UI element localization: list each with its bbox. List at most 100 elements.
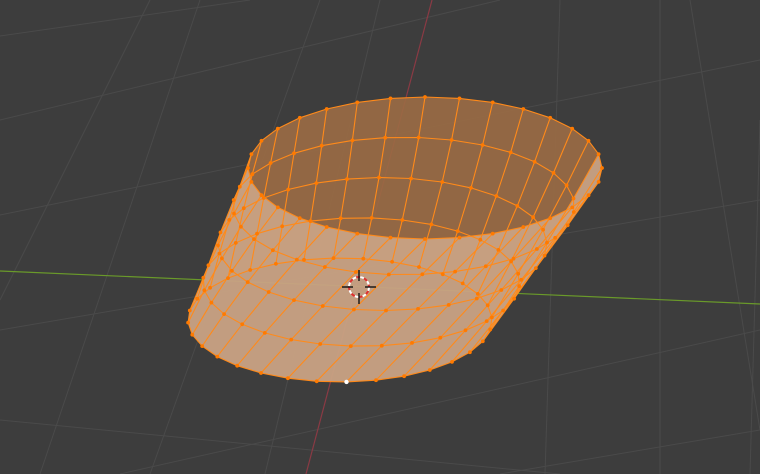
mesh-vertex[interactable] xyxy=(488,327,493,332)
mesh-vertex[interactable] xyxy=(294,257,299,262)
mesh-vertex[interactable] xyxy=(239,224,243,229)
mesh-vertex[interactable] xyxy=(352,307,356,312)
mesh-vertex[interactable] xyxy=(320,304,325,308)
mesh-vertex[interactable] xyxy=(218,230,223,235)
mesh-vertex[interactable] xyxy=(226,276,230,280)
mesh-vertex[interactable] xyxy=(457,235,462,240)
mesh-vertex[interactable] xyxy=(348,344,353,348)
mesh-vertex[interactable] xyxy=(233,241,238,245)
mesh-vertex[interactable] xyxy=(483,264,488,269)
mesh-vertex[interactable] xyxy=(532,159,537,164)
mesh-vertex[interactable] xyxy=(446,303,451,307)
mesh-vertex[interactable] xyxy=(596,152,601,157)
mesh-vertex[interactable] xyxy=(245,280,250,284)
mesh-vertex[interactable] xyxy=(429,222,434,227)
mesh-vertex[interactable] xyxy=(202,288,207,293)
mesh-vertex[interactable] xyxy=(490,100,495,105)
mesh-face[interactable] xyxy=(385,97,425,138)
mesh-vertex[interactable] xyxy=(548,115,553,120)
mesh-vertex[interactable] xyxy=(338,216,343,221)
mesh-vertex[interactable] xyxy=(485,303,490,308)
mesh-vertex[interactable] xyxy=(302,257,306,262)
mesh-vertex[interactable] xyxy=(509,259,513,264)
mesh-vertex[interactable] xyxy=(222,312,227,316)
mesh-vertex[interactable] xyxy=(440,180,445,184)
mesh-vertex[interactable] xyxy=(565,223,570,228)
mesh-vertex[interactable] xyxy=(535,247,539,251)
mesh-vertex[interactable] xyxy=(345,177,349,182)
mesh-vertex[interactable] xyxy=(494,194,499,198)
mesh-vertex[interactable] xyxy=(416,307,420,311)
mesh-vertex[interactable] xyxy=(230,268,234,273)
mesh-vertex[interactable] xyxy=(417,265,421,269)
mesh-vertex[interactable] xyxy=(596,180,601,184)
mesh-vertex[interactable] xyxy=(280,224,285,229)
mesh-vertex[interactable] xyxy=(252,237,256,242)
mesh-vertex[interactable] xyxy=(215,354,220,359)
mesh-vertex[interactable] xyxy=(480,143,485,147)
mesh-vertex[interactable] xyxy=(248,268,253,272)
mesh-vertex[interactable] xyxy=(289,337,294,342)
mesh-vertex[interactable] xyxy=(390,259,394,264)
mesh-vertex[interactable] xyxy=(209,300,214,305)
mesh-vertex[interactable] xyxy=(438,335,443,340)
mesh-vertex[interactable] xyxy=(423,95,427,99)
mesh-vertex[interactable] xyxy=(216,243,220,248)
mesh-vertex[interactable] xyxy=(402,374,406,379)
mesh-vertex[interactable] xyxy=(468,350,472,355)
mesh-vertex[interactable] xyxy=(331,256,336,260)
mesh-vertex[interactable] xyxy=(545,240,549,245)
active-vertex[interactable] xyxy=(344,379,349,385)
mesh-vertex[interactable] xyxy=(516,271,521,276)
viewport-canvas[interactable] xyxy=(0,0,760,474)
mesh-vertex[interactable] xyxy=(410,341,414,345)
mesh-vertex[interactable] xyxy=(496,248,501,252)
mesh-vertex[interactable] xyxy=(286,187,291,192)
mesh-vertex[interactable] xyxy=(249,152,254,157)
mesh-vertex[interactable] xyxy=(515,204,520,208)
mesh-vertex[interactable] xyxy=(271,248,275,253)
mesh-vertex[interactable] xyxy=(255,231,259,236)
mesh-vertex[interactable] xyxy=(553,235,558,240)
mesh-vertex[interactable] xyxy=(206,263,211,268)
mesh-vertex[interactable] xyxy=(564,183,569,188)
mesh-vertex[interactable] xyxy=(490,315,494,320)
mesh-vertex[interactable] xyxy=(548,216,553,221)
mesh-vertex[interactable] xyxy=(388,235,393,240)
mesh-vertex[interactable] xyxy=(308,219,313,224)
mesh-vertex[interactable] xyxy=(319,143,324,148)
mesh-vertex[interactable] xyxy=(600,166,604,170)
mesh-vertex[interactable] xyxy=(457,96,462,101)
mesh-vertex[interactable] xyxy=(480,339,485,344)
mesh-vertex[interactable] xyxy=(455,229,460,234)
mesh-vertex[interactable] xyxy=(409,176,413,181)
mesh-vertex[interactable] xyxy=(478,237,483,242)
mesh-vertex[interactable] xyxy=(570,126,575,131)
mesh-vertex[interactable] xyxy=(361,256,366,261)
mesh-vertex[interactable] xyxy=(187,308,192,313)
mesh-vertex[interactable] xyxy=(571,210,576,214)
mesh-vertex[interactable] xyxy=(490,231,495,236)
mesh-vertex[interactable] xyxy=(208,285,213,290)
mesh-vertex[interactable] xyxy=(460,281,465,286)
mesh-vertex[interactable] xyxy=(259,371,263,375)
mesh-vertex[interactable] xyxy=(420,272,425,277)
mesh-vertex[interactable] xyxy=(517,284,522,289)
mesh-vertex[interactable] xyxy=(386,272,391,277)
mesh-vertex[interactable] xyxy=(186,320,191,325)
mesh-vertex[interactable] xyxy=(292,151,296,156)
mesh-vertex[interactable] xyxy=(261,196,266,200)
mesh-vertex[interactable] xyxy=(200,344,205,348)
mesh-vertex[interactable] xyxy=(275,205,280,210)
mesh-vertex[interactable] xyxy=(377,175,381,180)
mesh-vertex[interactable] xyxy=(318,342,323,346)
mesh-vertex[interactable] xyxy=(190,332,195,337)
mesh-vertex[interactable] xyxy=(237,184,242,189)
mesh-vertex[interactable] xyxy=(232,211,236,216)
mesh-vertex[interactable] xyxy=(231,198,236,202)
mesh-vertex[interactable] xyxy=(235,363,240,368)
mesh-vertex[interactable] xyxy=(531,215,535,220)
mesh-vertex[interactable] xyxy=(551,171,556,175)
mesh-vertex[interactable] xyxy=(521,225,526,229)
mesh-face[interactable] xyxy=(352,98,391,141)
